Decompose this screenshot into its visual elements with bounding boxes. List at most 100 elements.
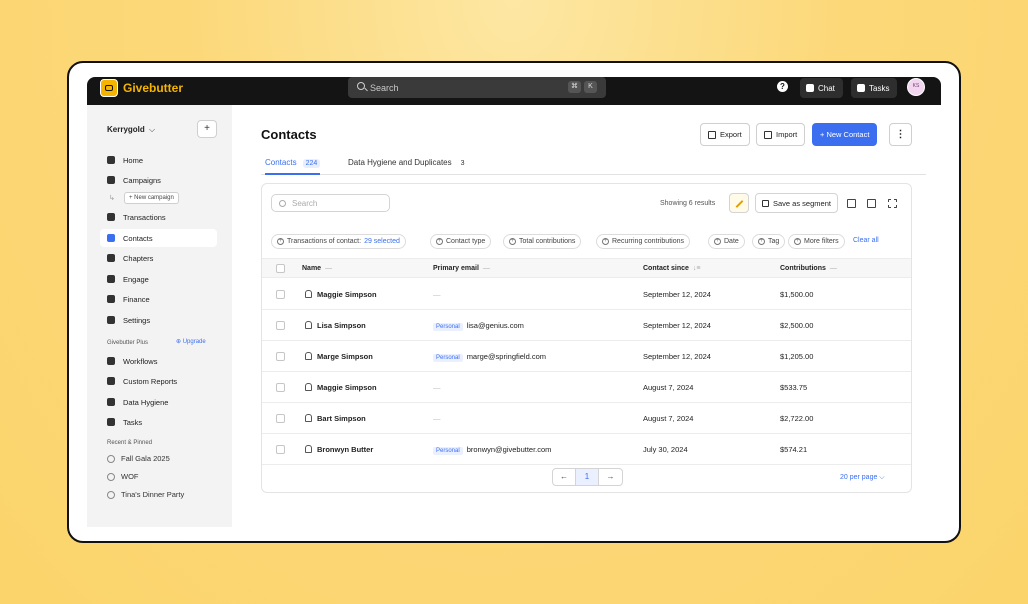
contact-name[interactable]: Maggie Simpson bbox=[317, 290, 377, 299]
chat-button[interactable]: Chat bbox=[800, 78, 843, 98]
history-icon bbox=[107, 454, 115, 463]
sidebar-item-transactions[interactable]: Transactions bbox=[100, 208, 217, 226]
email-type-badge: Personal bbox=[433, 354, 463, 362]
column-sort-dash: — bbox=[482, 265, 490, 272]
sidebar-item-data-hygiene[interactable]: Data Hygiene bbox=[100, 393, 217, 411]
help-icon[interactable]: ? bbox=[777, 81, 788, 92]
row-checkbox[interactable] bbox=[276, 445, 285, 454]
filter-transactions[interactable]: + Transactions of contact: 29 selected bbox=[271, 234, 406, 249]
new-campaign-button[interactable]: + New campaign bbox=[124, 192, 179, 204]
org-switcher[interactable]: Kerrygold bbox=[107, 125, 145, 134]
person-icon bbox=[305, 321, 312, 329]
person-icon bbox=[305, 414, 312, 422]
sidebar-item-tasks[interactable]: Tasks bbox=[100, 413, 217, 431]
table-row[interactable]: Bart Simpson — August 7, 2024 $2,722.00 bbox=[262, 403, 911, 434]
plus-icon: + bbox=[794, 238, 801, 245]
new-contact-button[interactable]: + New Contact bbox=[812, 123, 878, 146]
prev-page-button[interactable]: ← bbox=[553, 469, 576, 485]
contact-name[interactable]: Bart Simpson bbox=[317, 414, 366, 423]
sidebar-item-label: Custom Reports bbox=[123, 376, 178, 386]
column-header-contributions[interactable]: Contributions — bbox=[780, 265, 837, 272]
filter-date[interactable]: + Date bbox=[708, 234, 745, 249]
filter-label: Date bbox=[724, 238, 739, 245]
filter-total-contributions[interactable]: + Total contributions bbox=[503, 234, 582, 249]
filter-contact-type[interactable]: + Contact type bbox=[430, 234, 492, 249]
filter-tag[interactable]: + Tag bbox=[752, 234, 786, 249]
per-page-select[interactable]: 20 per page ⌵ bbox=[840, 474, 885, 482]
contact-email: — bbox=[433, 290, 441, 299]
org-add-button[interactable]: + bbox=[197, 120, 217, 138]
column-header-name[interactable]: Name — bbox=[302, 265, 332, 272]
sidebar-item-engage[interactable]: Engage bbox=[100, 270, 217, 288]
table-row[interactable]: Maggie Simpson — August 7, 2024 $533.75 bbox=[262, 372, 911, 403]
filter-more[interactable]: + More filters bbox=[788, 234, 845, 249]
export-button[interactable]: Export bbox=[700, 123, 750, 146]
recent-item[interactable]: Fall Gala 2025 bbox=[107, 454, 170, 463]
contact-name[interactable]: Bronwyn Butter bbox=[317, 445, 373, 454]
recent-item[interactable]: WOF bbox=[107, 472, 139, 481]
row-checkbox[interactable] bbox=[276, 321, 285, 330]
column-header-email[interactable]: Primary email — bbox=[433, 265, 490, 272]
plus-icon: + bbox=[758, 238, 765, 245]
tasks-button[interactable]: Tasks bbox=[851, 78, 898, 98]
chart-icon bbox=[107, 377, 115, 385]
table-row[interactable]: Marge Simpson Personal marge@springfield.… bbox=[262, 341, 911, 372]
tab-contacts[interactable]: Contacts 224 bbox=[265, 158, 321, 175]
clear-all-filters-link[interactable]: Clear all bbox=[853, 237, 879, 244]
select-all-checkbox[interactable] bbox=[276, 264, 285, 273]
column-sort-dash: — bbox=[325, 265, 333, 272]
user-avatar[interactable]: KS bbox=[907, 78, 925, 96]
contact-contributions: $2,500.00 bbox=[780, 321, 814, 330]
contact-name[interactable]: Lisa Simpson bbox=[317, 321, 366, 330]
contact-contributions: $1,205.00 bbox=[780, 352, 814, 361]
current-page-button[interactable]: 1 bbox=[576, 469, 599, 485]
column-header-contact-since[interactable]: Contact since ↓≡ bbox=[643, 265, 701, 272]
contact-since: September 12, 2024 bbox=[643, 352, 711, 361]
logo-text[interactable]: Givebutter bbox=[123, 81, 183, 95]
grid-view-icon[interactable] bbox=[847, 199, 856, 208]
row-checkbox[interactable] bbox=[276, 352, 285, 361]
next-page-button[interactable]: → bbox=[599, 469, 622, 485]
import-button[interactable]: Import bbox=[756, 123, 806, 146]
magic-wand-icon[interactable] bbox=[729, 193, 749, 213]
sidebar-item-workflows[interactable]: Workflows bbox=[100, 352, 217, 370]
sidebar-item-label: Transactions bbox=[123, 212, 166, 222]
row-checkbox[interactable] bbox=[276, 414, 285, 423]
person-icon bbox=[305, 290, 312, 298]
filter-label: Total contributions bbox=[519, 238, 576, 245]
table-row[interactable]: Bronwyn Butter Personal bronwyn@givebutte… bbox=[262, 434, 911, 465]
contact-name[interactable]: Marge Simpson bbox=[317, 352, 373, 361]
upgrade-link[interactable]: ⊕ Upgrade bbox=[176, 338, 206, 345]
person-icon bbox=[305, 383, 312, 391]
expand-icon[interactable] bbox=[888, 199, 897, 208]
row-checkbox[interactable] bbox=[276, 290, 285, 299]
contact-name[interactable]: Maggie Simpson bbox=[317, 383, 377, 392]
sidebar-item-home[interactable]: Home bbox=[100, 151, 217, 169]
bank-icon bbox=[107, 295, 115, 303]
sidebar-item-finance[interactable]: Finance bbox=[100, 290, 217, 308]
tab-data-hygiene[interactable]: Data Hygiene and Duplicates 3 bbox=[348, 158, 468, 175]
more-options-icon[interactable]: ⋮ bbox=[889, 123, 912, 146]
mail-icon bbox=[107, 275, 115, 283]
chevron-down-icon[interactable]: ⌵ bbox=[149, 125, 155, 135]
row-checkbox[interactable] bbox=[276, 383, 285, 392]
filter-recurring-contributions[interactable]: + Recurring contributions bbox=[596, 234, 690, 249]
table-row[interactable]: Lisa Simpson Personal lisa@genius.com Sep… bbox=[262, 310, 911, 341]
sidebar-item-contacts[interactable]: Contacts bbox=[100, 229, 217, 247]
sidebar-item-chapters[interactable]: Chapters bbox=[100, 249, 217, 267]
plus-section-label: Givebutter Plus bbox=[107, 340, 149, 346]
save-segment-button[interactable]: Save as segment bbox=[755, 193, 838, 213]
contact-since: September 12, 2024 bbox=[643, 321, 711, 330]
recent-item[interactable]: Tina's Dinner Party bbox=[107, 490, 184, 499]
columns-icon[interactable] bbox=[867, 199, 876, 208]
contacts-search-input[interactable]: Search bbox=[271, 194, 390, 212]
sidebar-item-label: Campaigns bbox=[123, 175, 161, 185]
sidebar-item-settings[interactable]: Settings bbox=[100, 311, 217, 329]
global-search-input[interactable]: Search ⌘ K bbox=[348, 77, 606, 98]
column-label: Name bbox=[302, 265, 322, 272]
sidebar-item-campaigns[interactable]: Campaigns bbox=[100, 171, 217, 189]
contact-since: July 30, 2024 bbox=[643, 445, 688, 454]
tab-label: Data Hygiene and Duplicates bbox=[348, 158, 452, 167]
sidebar-item-custom-reports[interactable]: Custom Reports bbox=[100, 372, 217, 390]
table-row[interactable]: Maggie Simpson — September 12, 2024 $1,5… bbox=[262, 279, 911, 310]
